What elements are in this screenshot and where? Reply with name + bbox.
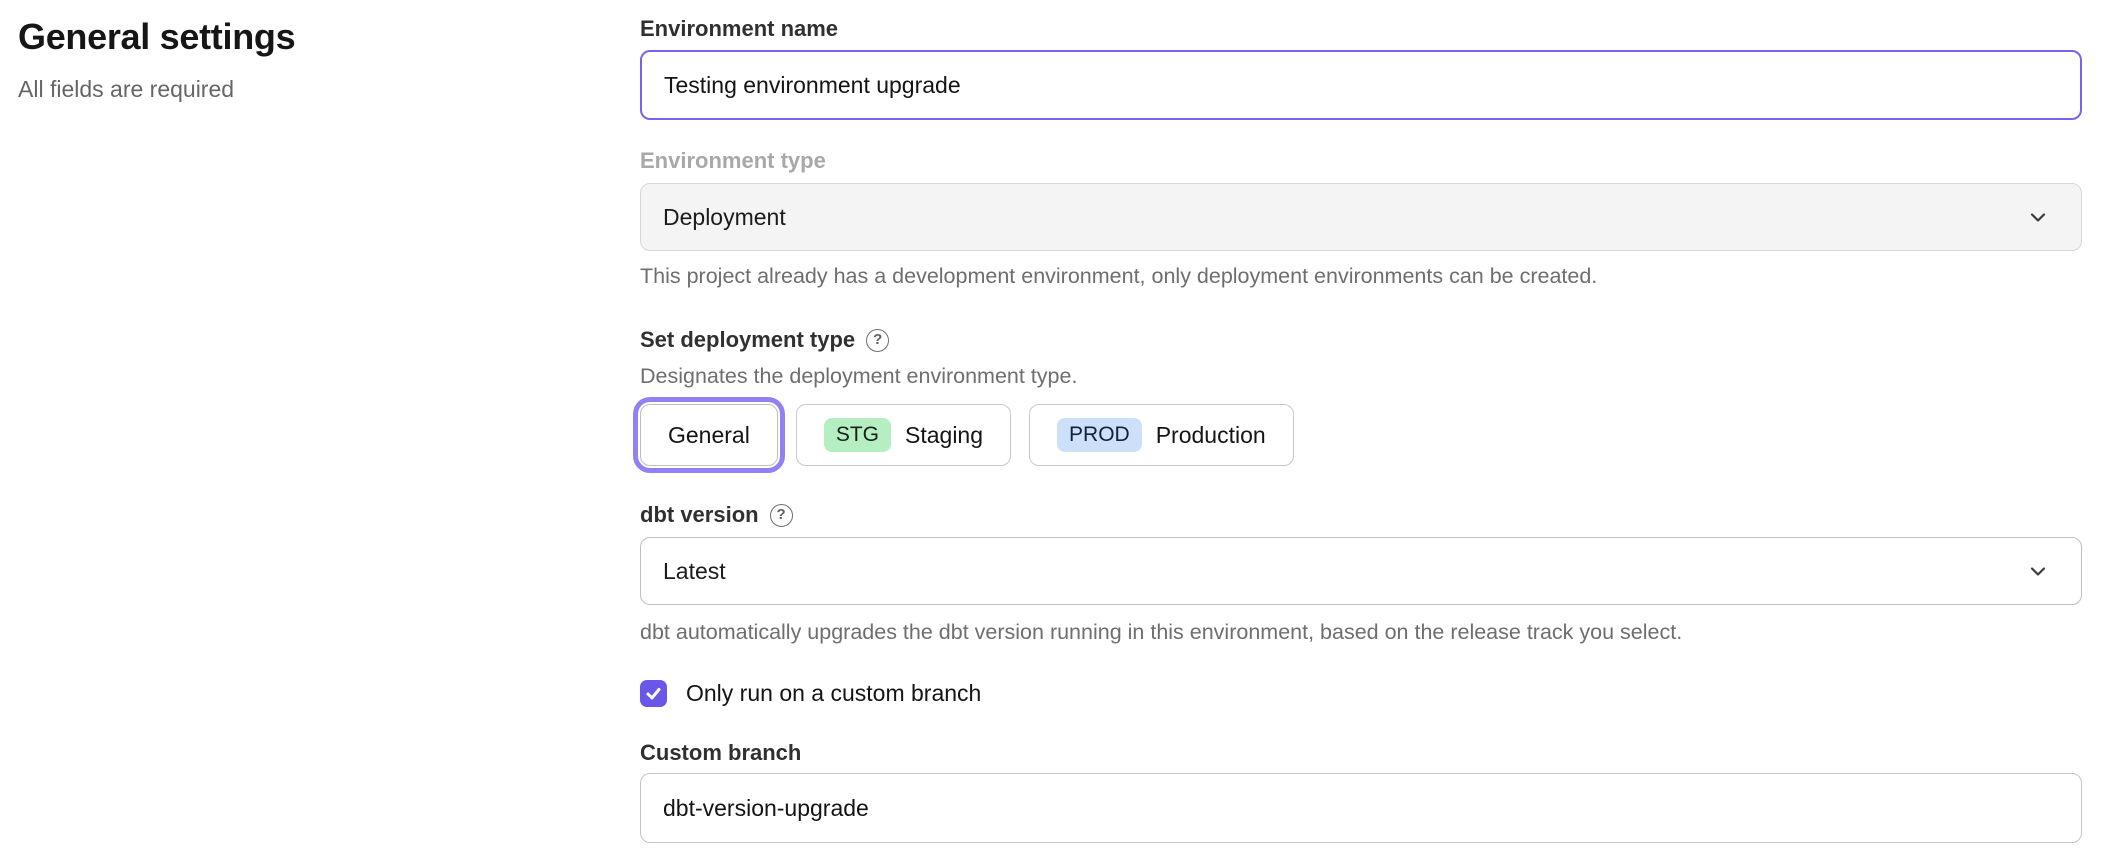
settings-header: General settings All fields are required [18, 16, 578, 103]
page-title: General settings [18, 16, 578, 58]
environment-name-label: Environment name [640, 16, 2082, 42]
custom-branch-label: Custom branch [640, 740, 2082, 766]
deployment-type-label: Set deployment type ? [640, 327, 2082, 353]
dbt-version-label: dbt version ? [640, 502, 2082, 528]
environment-settings-form: Environment name Environment type Deploy… [640, 0, 2082, 843]
custom-branch-input[interactable] [640, 773, 2082, 843]
environment-type-select[interactable]: Deployment [640, 183, 2082, 251]
deployment-type-general-button[interactable]: General [640, 404, 778, 466]
deployment-type-options: General STG Staging PROD Production [640, 404, 2082, 466]
chevron-down-icon [2025, 558, 2051, 584]
deployment-type-description: Designates the deployment environment ty… [640, 363, 2082, 389]
help-icon[interactable]: ? [770, 504, 793, 527]
dbt-version-select[interactable]: Latest [640, 537, 2082, 605]
environment-name-input[interactable] [640, 50, 2082, 120]
chevron-down-icon [2025, 204, 2051, 230]
environment-type-value: Deployment [663, 204, 786, 231]
check-icon [644, 684, 663, 703]
dbt-version-value: Latest [663, 558, 726, 585]
deployment-type-production-button[interactable]: PROD Production [1029, 404, 1294, 466]
staging-badge: STG [824, 418, 891, 452]
custom-branch-toggle-label: Only run on a custom branch [686, 680, 981, 707]
help-icon[interactable]: ? [866, 329, 889, 352]
production-badge: PROD [1057, 418, 1142, 452]
environment-type-helper: This project already has a development e… [640, 263, 2082, 289]
dbt-version-helper: dbt automatically upgrades the dbt versi… [640, 619, 2082, 645]
custom-branch-toggle-row: Only run on a custom branch [640, 680, 2082, 707]
page-subtitle: All fields are required [18, 76, 578, 103]
deployment-type-staging-button[interactable]: STG Staging [796, 404, 1011, 466]
custom-branch-checkbox[interactable] [640, 680, 667, 707]
environment-type-label: Environment type [640, 148, 2082, 174]
